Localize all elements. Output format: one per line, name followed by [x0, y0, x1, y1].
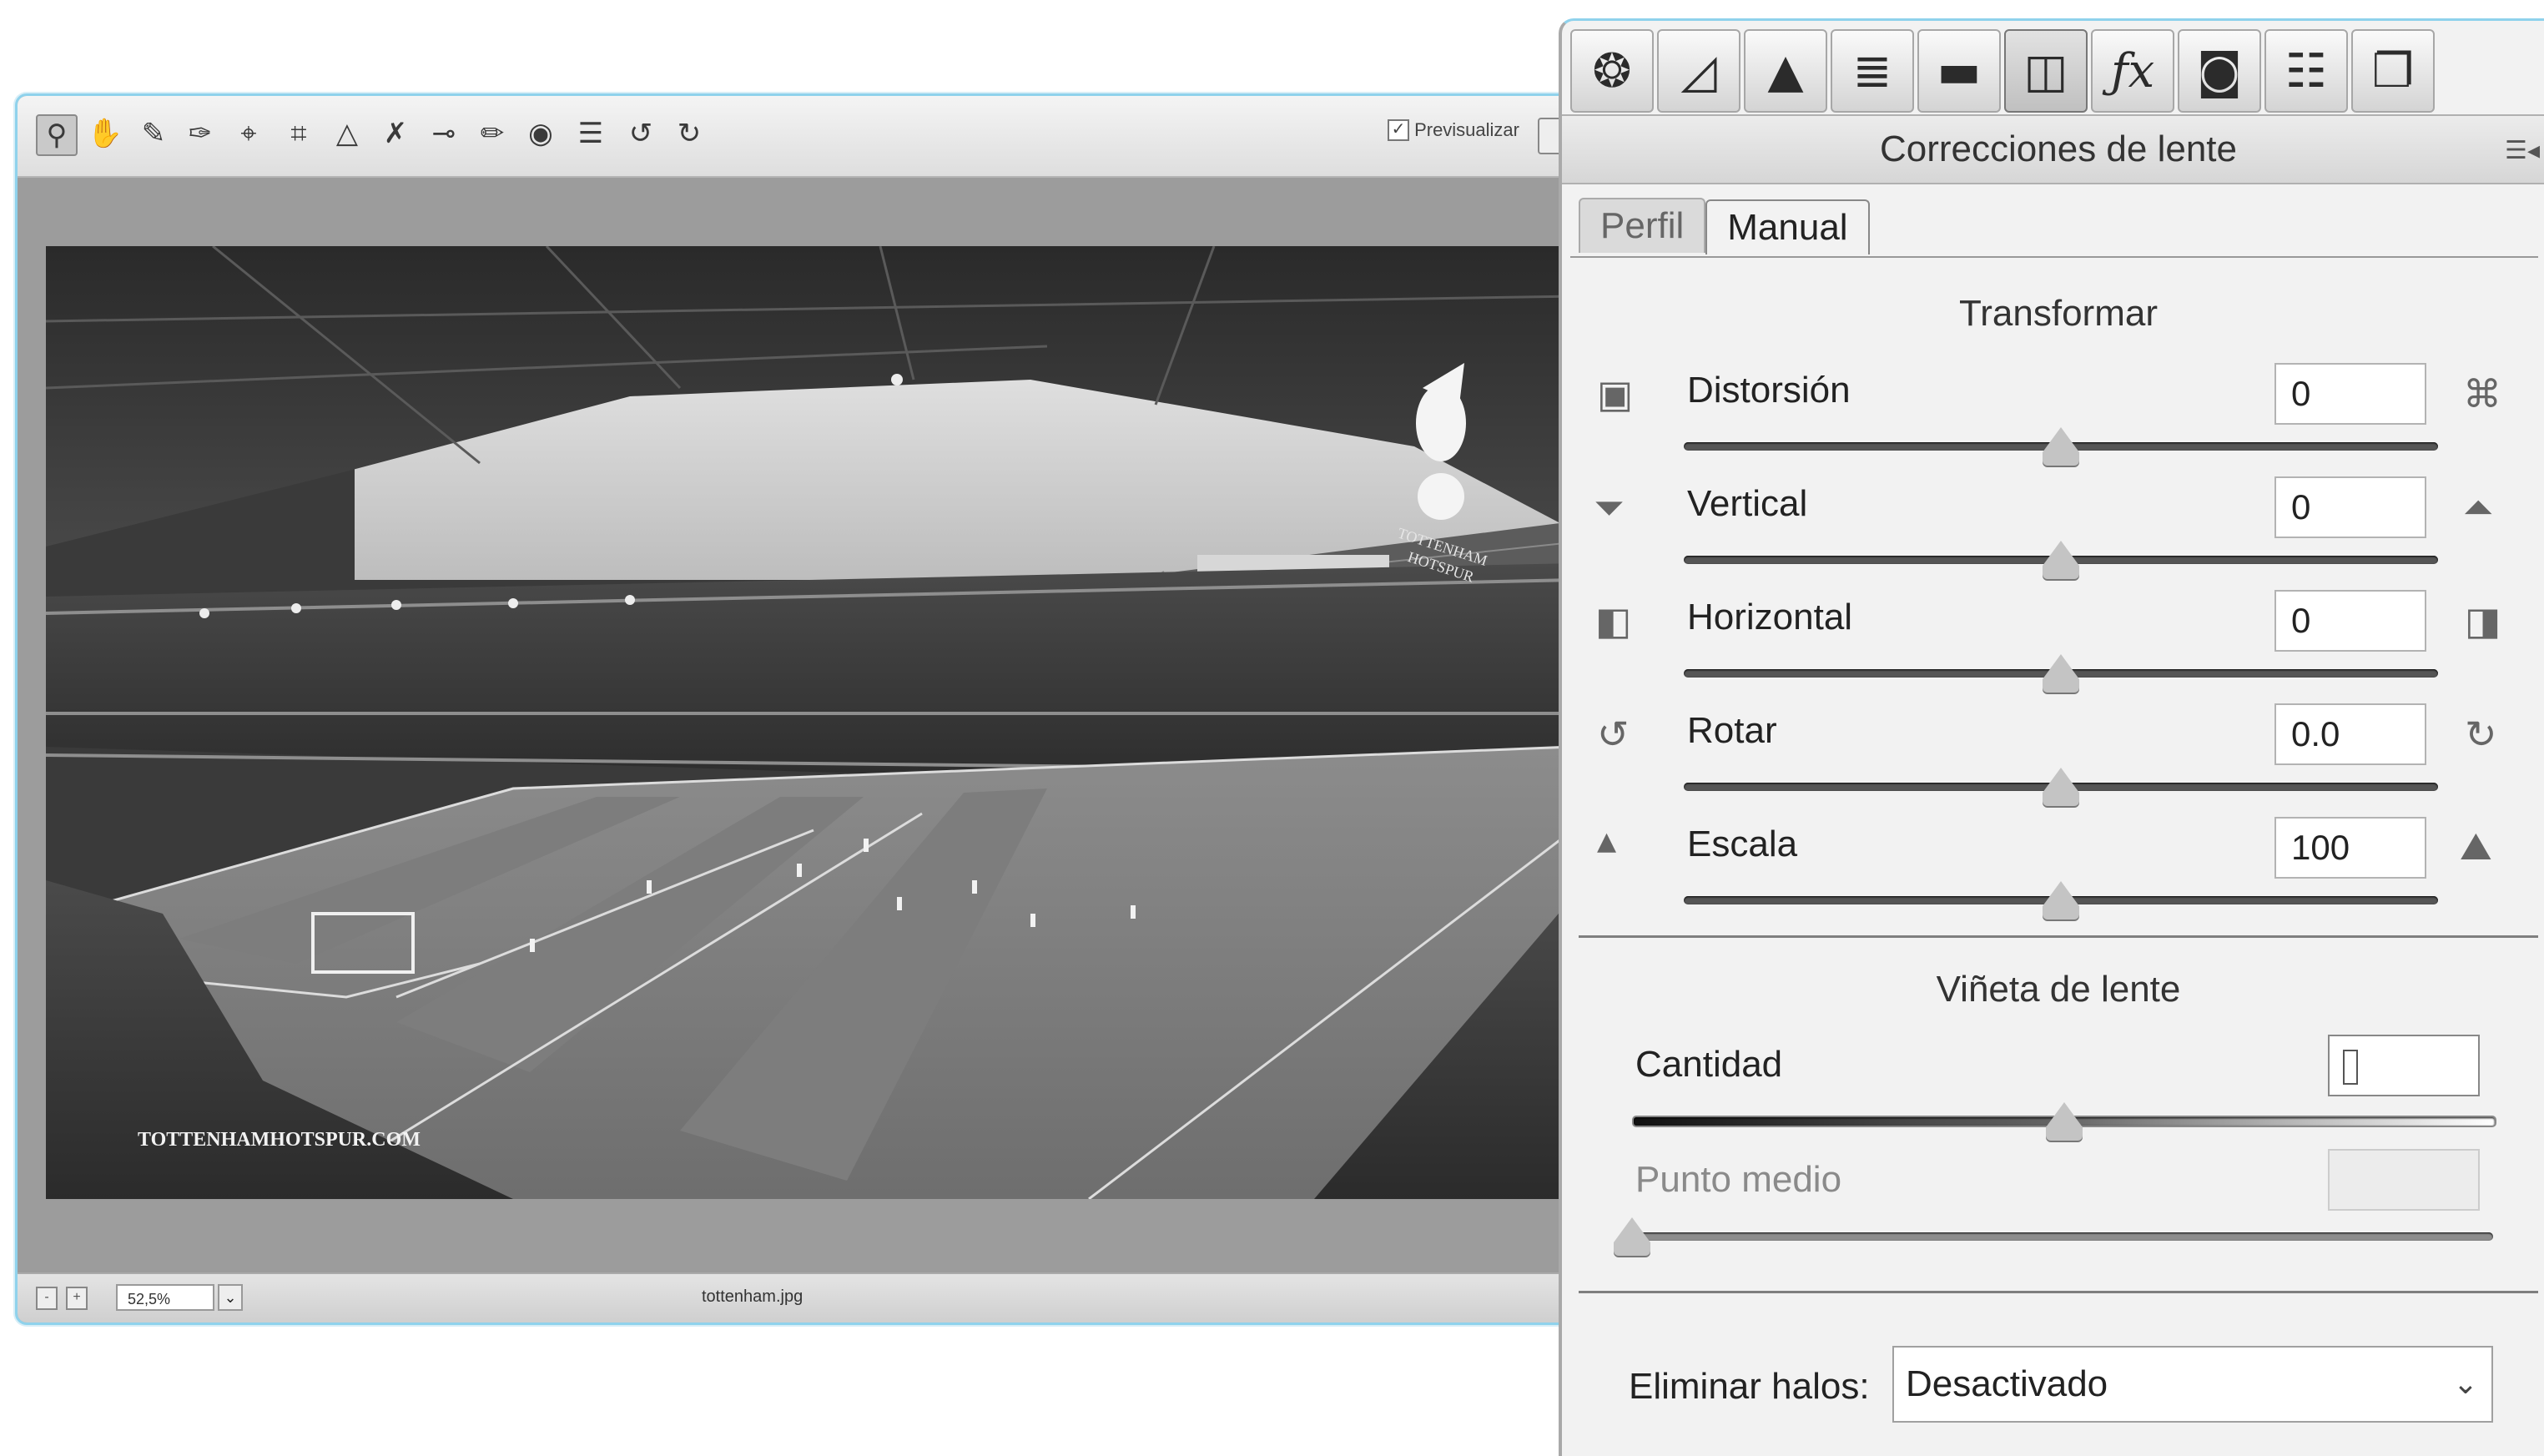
vertical-label: Vertical: [1687, 483, 1808, 524]
graduated-filter-icon[interactable]: ◉: [521, 114, 560, 153]
amount-value[interactable]: [2328, 1035, 2480, 1096]
preview-toggle[interactable]: ✓ Previsualizar: [1388, 119, 1519, 141]
photo-canvas[interactable]: TOTTENHAM HOTSPUR TOTTENHAMHOTSPUR.COM: [46, 246, 1569, 1199]
preview-checkbox[interactable]: ✓: [1388, 119, 1410, 141]
amount-slider[interactable]: [1632, 1102, 2496, 1141]
horizontal-label: Horizontal: [1687, 597, 1853, 637]
distortion-slider-thumb[interactable]: [2043, 427, 2079, 466]
horizontal-perspective-icon: ◧: [1595, 598, 1632, 643]
image-editor-window: ⚲ ✋ ✎ ✑ ⌖ ⌗ △ ✗ ⊸ ✏ ◉ ☰ ↺ ↻ ✓ Previsuali…: [15, 93, 1572, 1325]
horizontal-perspective-right-icon: ◨: [2465, 598, 2501, 643]
straighten-icon[interactable]: △: [328, 114, 366, 153]
midpoint-slider-thumb: [1614, 1217, 1650, 1256]
defringe-value: Desactivado: [1906, 1363, 2108, 1404]
lens-corrections-icon[interactable]: ◫: [2004, 29, 2088, 113]
section-divider: [1579, 1291, 2538, 1293]
subtab-divider: [1570, 256, 2538, 258]
scale-large-icon: ⛰: [2460, 824, 2492, 869]
zoom-level-field[interactable]: 52,5%: [116, 1284, 214, 1311]
vignette-title: Viñeta de lente: [1936, 969, 2181, 1010]
scale-slider[interactable]: [1684, 881, 2438, 919]
crop-icon[interactable]: ⌗: [280, 114, 318, 153]
rotate-value[interactable]: 0.0: [2274, 703, 2426, 765]
stadium-photo: TOTTENHAM HOTSPUR TOTTENHAMHOTSPUR.COM: [46, 246, 1569, 1199]
spot-removal-icon[interactable]: ✗: [376, 114, 415, 153]
color-sampler-icon[interactable]: ✑: [181, 114, 219, 153]
zoom-in-button[interactable]: +: [66, 1287, 88, 1310]
hsl-icon[interactable]: ≣: [1831, 29, 1914, 113]
rotate-right-icon: ↻: [2465, 712, 2497, 757]
distortion-slider[interactable]: [1684, 427, 2438, 466]
photo-watermark: TOTTENHAMHOTSPUR.COM: [138, 1129, 421, 1151]
effects-icon[interactable]: ƒx: [2091, 29, 2174, 113]
transform-title: Transformar: [1959, 293, 2158, 334]
vertical-perspective-right-icon: ⏶: [2463, 485, 2494, 530]
split-toning-icon[interactable]: ▬: [1917, 29, 2001, 113]
amount-slider-thumb[interactable]: [2046, 1102, 2083, 1141]
midpoint-slider: [1614, 1217, 2493, 1256]
text-cursor: [2343, 1050, 2358, 1085]
rotate-slider-thumb[interactable]: [2043, 768, 2079, 806]
target-adjust-icon[interactable]: ⌖: [229, 114, 268, 153]
defringe-label: Eliminar halos:: [1629, 1366, 1870, 1407]
list-icon[interactable]: ☰: [572, 114, 610, 153]
panel-icon-tabs: ❂ ◿ ▲ ≣ ▬ ◫ ƒx ◙ ☷ ❐: [1570, 29, 2435, 113]
rotate-left-icon: ↺: [1597, 712, 1630, 757]
zoom-out-button[interactable]: -: [36, 1287, 58, 1310]
toolbar: ⚲ ✋ ✎ ✑ ⌖ ⌗ △ ✗ ⊸ ✏ ◉ ☰ ↺ ↻ ✓ Previsuali…: [18, 96, 1569, 178]
tone-curve-icon[interactable]: ◿: [1657, 29, 1740, 113]
rotate-left-icon[interactable]: ↺: [622, 114, 660, 153]
defringe-select[interactable]: Desactivado ⌄: [1892, 1346, 2493, 1423]
rotate-slider[interactable]: [1684, 768, 2438, 806]
midpoint-label: Punto medio: [1635, 1159, 1842, 1200]
panel-menu-icon[interactable]: ☰◂: [2505, 136, 2540, 165]
scale-slider-thumb[interactable]: [2043, 881, 2079, 919]
red-eye-icon[interactable]: ⊸: [425, 114, 463, 153]
distortion-pincushion-icon: ⌘: [2463, 371, 2501, 416]
chevron-down-icon[interactable]: ⌄: [218, 1284, 243, 1311]
scale-small-icon: ▲: [1597, 827, 1617, 856]
vertical-slider[interactable]: [1684, 541, 2438, 579]
detail-icon[interactable]: ▲: [1744, 29, 1827, 113]
lens-corrections-panel: ❂ ◿ ▲ ≣ ▬ ◫ ƒx ◙ ☷ ❐ Correcciones de len…: [1559, 18, 2544, 1456]
status-bar: - + 52,5% ⌄ tottenham.jpg: [18, 1272, 1569, 1322]
vertical-slider-thumb[interactable]: [2043, 541, 2079, 579]
subtabs: Perfil Manual: [1579, 198, 1870, 256]
distortion-label: Distorsión: [1687, 370, 1851, 411]
horizontal-slider[interactable]: [1684, 654, 2438, 693]
scale-value[interactable]: 100: [2274, 817, 2426, 879]
rotate-label: Rotar: [1687, 710, 1777, 751]
basic-icon[interactable]: ❂: [1570, 29, 1654, 113]
amount-label: Cantidad: [1635, 1044, 1783, 1085]
eyedropper-icon[interactable]: ✎: [134, 114, 173, 153]
scale-label: Escala: [1687, 824, 1798, 864]
hand-icon[interactable]: ✋: [86, 114, 124, 153]
adjustment-brush-icon[interactable]: ✏: [473, 114, 511, 153]
zoom-icon[interactable]: ⚲: [36, 114, 78, 156]
filename-label: tottenham.jpg: [702, 1287, 804, 1306]
horizontal-slider-thumb[interactable]: [2043, 654, 2079, 693]
midpoint-value: [2328, 1149, 2480, 1211]
camera-calibration-icon[interactable]: ◙: [2178, 29, 2261, 113]
rotate-right-icon[interactable]: ↻: [670, 114, 708, 153]
preview-label: Previsualizar: [1414, 119, 1519, 140]
distortion-value[interactable]: 0: [2274, 363, 2426, 425]
tab-profile[interactable]: Perfil: [1579, 198, 1706, 253]
snapshots-icon[interactable]: ❐: [2351, 29, 2435, 113]
tab-manual[interactable]: Manual: [1705, 199, 1870, 254]
horizontal-value[interactable]: 0: [2274, 590, 2426, 652]
chevron-down-icon: ⌄: [2452, 1367, 2478, 1401]
presets-icon[interactable]: ☷: [2264, 29, 2348, 113]
panel-title: Correcciones de lente: [1562, 114, 2544, 184]
vertical-value[interactable]: 0: [2274, 476, 2426, 538]
distortion-barrel-icon: ▣: [1597, 371, 1634, 416]
vertical-perspective-icon: ⏷: [1594, 485, 1625, 530]
section-divider: [1579, 935, 2538, 938]
